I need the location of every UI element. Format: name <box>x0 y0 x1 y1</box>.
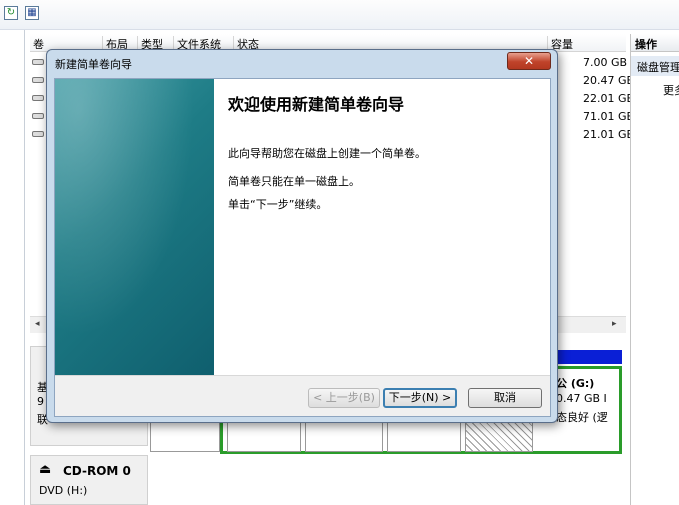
left-navigation-strip <box>0 30 25 505</box>
actions-title: 操作 <box>631 34 679 52</box>
partition-cell[interactable] <box>305 422 383 452</box>
partition-status: 态良好 (逻 <box>556 411 608 424</box>
partition-cell[interactable] <box>227 422 301 452</box>
volume-icon <box>32 77 44 83</box>
partition-header-bar <box>548 350 622 364</box>
wizard-button-bar: < 上一步(B) 下一步(N) > 取消 <box>55 375 550 416</box>
actions-pane: 操作 磁盘管理 更多 <box>630 34 679 505</box>
wizard-heading: 欢迎使用新建简单卷向导 <box>228 95 405 114</box>
volume-capacity: 22.01 GB <box>583 92 635 105</box>
cancel-button[interactable]: 取消 <box>468 388 542 408</box>
partition-name: 公 (G:) <box>556 377 595 390</box>
volume-capacity: 20.47 GB <box>583 74 635 87</box>
cdrom-name: CD-ROM 0 <box>63 464 131 478</box>
actions-more-link[interactable]: 更多 <box>663 82 679 98</box>
free-space-cell[interactable] <box>465 422 533 452</box>
dialog-title: 新建简单卷向导 <box>55 58 132 71</box>
volume-icon <box>32 59 44 65</box>
cdrom-drive: DVD (H:) <box>39 484 88 497</box>
wizard-side-image-highlight <box>55 79 214 375</box>
scroll-right-icon[interactable]: ▸ <box>612 319 617 329</box>
partition-cell[interactable] <box>387 422 461 452</box>
actions-item-disk-management[interactable]: 磁盘管理 <box>631 56 679 76</box>
column-capacity[interactable]: 容量 <box>547 36 617 51</box>
volume-capacity: 21.01 GB <box>583 128 635 141</box>
refresh-icon[interactable]: ↻ <box>4 6 18 20</box>
console-icon[interactable]: ▦ <box>25 6 39 20</box>
disk-size-partial: 9 <box>37 395 44 408</box>
partition-cell[interactable] <box>150 422 220 452</box>
volume-capacity: 71.01 GB <box>583 110 635 123</box>
toolbar: ↻ ▦ <box>0 0 679 30</box>
back-button[interactable]: < 上一步(B) <box>308 388 380 408</box>
volume-icon <box>32 113 44 119</box>
volume-icon <box>32 131 44 137</box>
new-simple-volume-wizard: 新建简单卷向导 ✕ 欢迎使用新建简单卷向导 此向导帮助您在磁盘上创建一个简单卷。… <box>46 49 558 423</box>
volume-capacity: 7.00 GB <box>583 56 628 69</box>
volume-icon <box>32 95 44 101</box>
wizard-client-area: 欢迎使用新建简单卷向导 此向导帮助您在磁盘上创建一个简单卷。 简单卷只能在单一磁… <box>54 78 551 417</box>
wizard-text-line3: 单击“下一步”继续。 <box>228 198 328 211</box>
close-button[interactable]: ✕ <box>507 52 551 70</box>
next-button[interactable]: 下一步(N) > <box>383 388 457 408</box>
partition-size: 0.47 GB I <box>556 392 607 405</box>
wizard-text-line1: 此向导帮助您在磁盘上创建一个简单卷。 <box>228 147 426 160</box>
cdrom-icon: ⏏ <box>39 462 52 477</box>
wizard-text-line2: 简单卷只能在单一磁盘上。 <box>228 175 360 188</box>
scroll-left-icon[interactable]: ◂ <box>35 319 40 329</box>
cdrom-info-panel[interactable]: ⏏ CD-ROM 0 DVD (H:) <box>30 455 148 505</box>
